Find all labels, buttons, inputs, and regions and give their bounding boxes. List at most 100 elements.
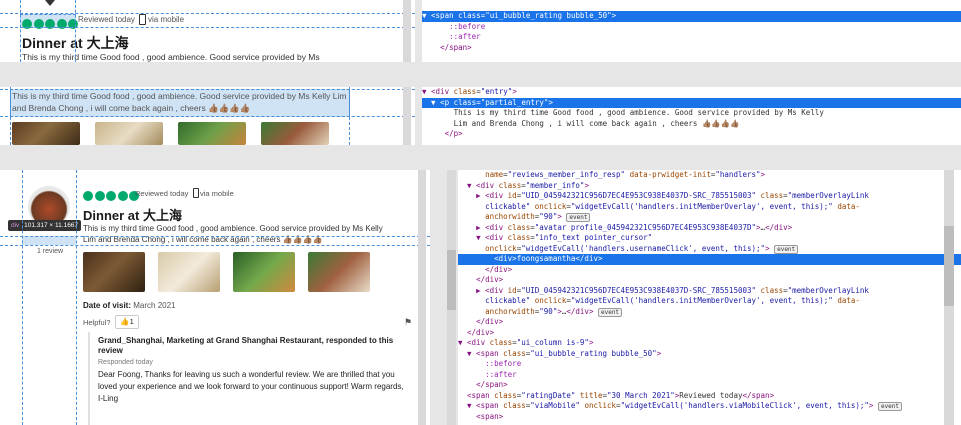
dom-node[interactable]: ▼ <span class="ui_bubble_rating bubble_5…: [458, 349, 961, 360]
page-panel-1: Reviewed today via mobile Dinner at 大上海 …: [0, 0, 415, 62]
dom-node[interactable]: <span>: [458, 412, 961, 423]
dom-node[interactable]: name="reviews_member_info_resp" data-prw…: [458, 170, 961, 181]
response-date: Responded today: [98, 359, 153, 366]
rating-bubble: [83, 190, 93, 201]
dom-node-selected[interactable]: <div>foongsamantha</div>: [458, 254, 961, 265]
guide-line: [0, 116, 415, 117]
page-panel-3: div 101.317 × 11.1667 foongsamantha 1 re…: [0, 170, 430, 425]
response-body: Dear Foong, Thanks for leaving us such a…: [98, 370, 404, 403]
scrollbar[interactable]: [403, 87, 411, 145]
review-photo[interactable]: [83, 252, 145, 292]
review-count: 1 review: [37, 248, 64, 255]
review-photo[interactable]: [158, 252, 220, 292]
response-header: Grand_Shanghai, Marketing at Grand Shang…: [98, 336, 394, 355]
dom-node[interactable]: ▼ <div class="member_info">: [458, 181, 961, 192]
dom-node[interactable]: </div>: [458, 275, 961, 286]
tooltip-size: 101.317 × 11.1667: [24, 222, 79, 229]
guide-line: [10, 87, 11, 145]
dom-node[interactable]: ::before: [458, 359, 961, 370]
caret-marker: [45, 0, 55, 6]
dom-node[interactable]: ▼ <div class="entry">: [422, 87, 961, 98]
review-photo[interactable]: [178, 122, 246, 145]
devtools-panel-2: ▼ <div class="entry"> ▼ <p class="partia…: [422, 87, 961, 145]
username[interactable]: foongsamantha: [24, 236, 72, 243]
dom-node[interactable]: ▼ <div class="info_text pointer_cursor": [458, 233, 961, 244]
scrollbar[interactable]: [403, 0, 411, 62]
dom-node[interactable]: ▼ <span class="viaMobile" onclick="widge…: [458, 401, 961, 412]
management-response: Grand_Shanghai, Marketing at Grand Shang…: [88, 332, 408, 425]
dom-node[interactable]: ▶ <div id="UID_045942321C956D7EC4E953C93…: [458, 286, 961, 297]
guide-line: [0, 245, 430, 246]
guide-line: [76, 170, 77, 425]
guide-line: [20, 0, 21, 62]
guide-line: [22, 170, 23, 425]
dom-node[interactable]: <span class="ratingDate" title="30 March…: [458, 391, 961, 402]
date-value: March 2021: [133, 301, 176, 310]
rating-bubbles: [22, 15, 80, 33]
review-date: Reviewed today: [135, 189, 189, 198]
via-mobile-link[interactable]: via mobile: [148, 15, 184, 24]
phone-icon: [193, 188, 199, 198]
review-text: This is my third time Good food , good a…: [12, 91, 347, 113]
dom-node[interactable]: This is my third time Good food , good a…: [422, 108, 961, 119]
devtools-panel-3: name="reviews_member_info_resp" data-prw…: [458, 170, 961, 425]
element-tooltip: div 101.317 × 11.1667: [8, 220, 82, 231]
dom-node[interactable]: </span>: [422, 43, 961, 54]
dom-node[interactable]: anchorwidth="90">…</div> event: [458, 307, 961, 318]
guide-line: [0, 27, 415, 28]
dom-node[interactable]: </p>: [422, 129, 961, 140]
rating-bubble: [106, 190, 116, 201]
review-photo[interactable]: [308, 252, 370, 292]
guide-line: [0, 236, 430, 237]
phone-icon: [139, 14, 146, 25]
dom-node[interactable]: </div>: [458, 317, 961, 328]
dom-node-selected[interactable]: ▼ <span class="ui_bubble_rating bubble_5…: [422, 11, 961, 22]
dom-node[interactable]: Lim and Brenda Chong , i will come back …: [422, 119, 961, 130]
guide-line: [75, 0, 76, 62]
dom-node[interactable]: ▼ <div class="ui_column is-9">: [458, 338, 961, 349]
helpful-button[interactable]: 👍1: [115, 315, 139, 329]
via-mobile-link[interactable]: via mobile: [200, 189, 234, 198]
flag-icon[interactable]: ⚑: [404, 317, 412, 328]
dom-node[interactable]: ::before: [422, 22, 961, 33]
helpful-label: Helpful?: [83, 318, 111, 327]
review-photo[interactable]: [12, 122, 80, 145]
dom-node[interactable]: clickable" onclick="widgetEvCall('handle…: [458, 296, 961, 307]
dom-node[interactable]: </span>: [458, 380, 961, 391]
dom-tree: ▼ <div class="entry"> ▼ <p class="partia…: [422, 87, 961, 140]
review-text: This is my third time Good food , good a…: [83, 224, 383, 244]
guide-line: [0, 13, 415, 14]
page-panel-2: This is my third time Good food , good a…: [0, 87, 415, 145]
dom-node-selected[interactable]: ▼ <p class="partial_entry">: [422, 97, 961, 108]
dom-tree: name="reviews_member_info_resp" data-prw…: [458, 170, 961, 422]
tooltip-tag: div: [11, 222, 20, 229]
dom-tree: ▼ <span class="ui_bubble_rating bubble_5…: [422, 11, 961, 53]
rating-bubble: [94, 190, 105, 201]
date-label: Date of visit:: [83, 301, 132, 310]
review-date: Reviewed today: [78, 15, 135, 24]
review-photo[interactable]: [95, 122, 163, 145]
dom-node[interactable]: ::after: [422, 32, 961, 43]
review-photo[interactable]: [233, 252, 295, 292]
dom-node[interactable]: clickable" onclick="widgetEvCall('handle…: [458, 202, 961, 213]
dom-node[interactable]: ▶ <div class="avatar profile_045942321C9…: [458, 223, 961, 234]
devtools-scrollbar-thumb[interactable]: [944, 226, 954, 306]
guide-line: [349, 87, 350, 145]
dom-node[interactable]: </div>: [458, 265, 961, 276]
review-title[interactable]: Dinner at 大上海: [83, 205, 182, 224]
rating-bubble: [117, 190, 128, 201]
scrollbar[interactable]: [418, 170, 426, 425]
guide-line: [0, 89, 415, 90]
helpful-count: 1: [129, 317, 134, 326]
dom-node[interactable]: anchorwidth="90"> event: [458, 212, 961, 223]
rating-bubbles: [83, 187, 141, 205]
devtools-panel-1: ▼ <span class="ui_bubble_rating bubble_5…: [422, 0, 961, 62]
date-of-visit: Date of visit: March 2021: [83, 301, 176, 310]
review-photo[interactable]: [261, 122, 329, 145]
dom-node[interactable]: ▶ <div id="UID_045942321C956D7EC4E953C93…: [458, 191, 961, 202]
dom-node[interactable]: onclick="widgetEvCall('handlers.username…: [458, 244, 961, 255]
dom-node[interactable]: </div>: [458, 328, 961, 339]
scrollbar-thumb[interactable]: [447, 250, 456, 310]
thumbs-up-icon: 👍: [120, 317, 130, 326]
dom-node[interactable]: ::after: [458, 370, 961, 381]
